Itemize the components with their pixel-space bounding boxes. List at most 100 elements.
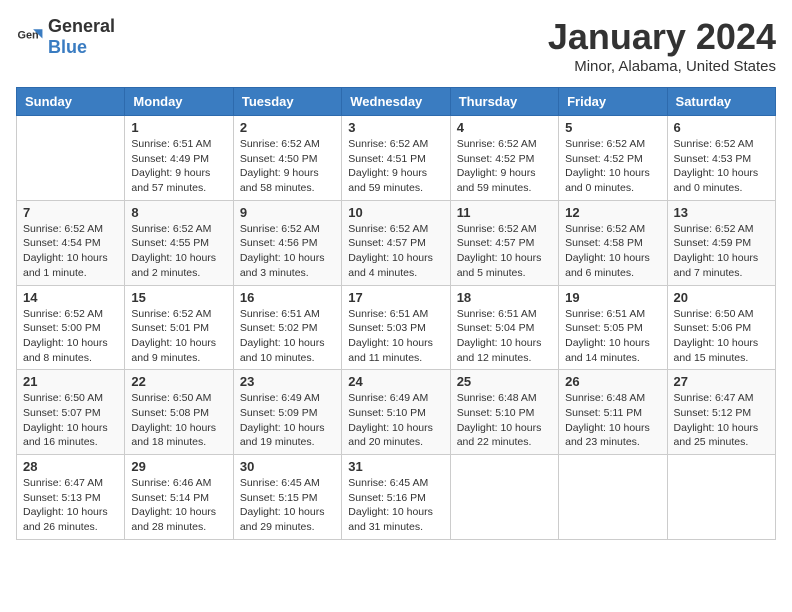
- calendar-cell: 2Sunrise: 6:52 AM Sunset: 4:50 PM Daylig…: [233, 116, 341, 201]
- day-number: 30: [240, 459, 335, 474]
- day-number: 29: [131, 459, 226, 474]
- day-number: 13: [674, 205, 769, 220]
- calendar-cell: 31 Sunrise: 6:45 AM Sunset: 5:16 PM Dayli…: [342, 455, 450, 540]
- day-number: 15: [131, 290, 226, 305]
- calendar-cell: 20Sunrise: 6:50 AM Sunset: 5:06 PM Dayli…: [667, 285, 775, 370]
- logo-text-general: General: [48, 16, 115, 36]
- day-detail: Sunrise: 6:52 AM Sunset: 4:56 PM Dayligh…: [240, 222, 335, 281]
- day-number: 7: [23, 205, 118, 220]
- week-row-2: 7 Sunrise: 6:52 AM Sunset: 4:54 PM Daylig…: [17, 200, 776, 285]
- week-row-3: 14Sunrise: 6:52 AM Sunset: 5:00 PM Dayli…: [17, 285, 776, 370]
- day-detail: Sunrise: 6:45 AM Sunset: 5:16 PM Dayligh…: [348, 476, 443, 535]
- calendar-cell: 19 Sunrise: 6:51 AM Sunset: 5:05 PM Dayli…: [559, 285, 667, 370]
- day-detail: Sunrise: 6:52 AM Sunset: 5:01 PM Dayligh…: [131, 307, 226, 366]
- day-detail: Sunrise: 6:50 AM Sunset: 5:07 PM Dayligh…: [23, 391, 118, 450]
- calendar-cell: 24Sunrise: 6:49 AM Sunset: 5:10 PM Dayli…: [342, 370, 450, 455]
- calendar-cell: 14Sunrise: 6:52 AM Sunset: 5:00 PM Dayli…: [17, 285, 125, 370]
- calendar-cell: 10Sunrise: 6:52 AM Sunset: 4:57 PM Dayli…: [342, 200, 450, 285]
- day-detail: Sunrise: 6:51 AM Sunset: 4:49 PM Dayligh…: [131, 137, 226, 196]
- day-number: 21: [23, 374, 118, 389]
- title-block: January 2024 Minor, Alabama, United Stat…: [548, 16, 776, 75]
- calendar-title: January 2024: [548, 16, 776, 58]
- weekday-header-monday: Monday: [125, 88, 233, 116]
- day-number: 2: [240, 120, 335, 135]
- day-detail: Sunrise: 6:48 AM Sunset: 5:10 PM Dayligh…: [457, 391, 552, 450]
- calendar-cell: 13 Sunrise: 6:52 AM Sunset: 4:59 PM Dayli…: [667, 200, 775, 285]
- day-number: 4: [457, 120, 552, 135]
- day-number: 8: [131, 205, 226, 220]
- day-detail: Sunrise: 6:46 AM Sunset: 5:14 PM Dayligh…: [131, 476, 226, 535]
- calendar-cell: 17 Sunrise: 6:51 AM Sunset: 5:03 PM Dayli…: [342, 285, 450, 370]
- day-number: 31: [348, 459, 443, 474]
- day-number: 28: [23, 459, 118, 474]
- day-detail: Sunrise: 6:52 AM Sunset: 4:59 PM Dayligh…: [674, 222, 769, 281]
- weekday-header-wednesday: Wednesday: [342, 88, 450, 116]
- calendar-location: Minor, Alabama, United States: [548, 58, 776, 75]
- weekday-header-tuesday: Tuesday: [233, 88, 341, 116]
- day-number: 6: [674, 120, 769, 135]
- calendar-cell: 18Sunrise: 6:51 AM Sunset: 5:04 PM Dayli…: [450, 285, 558, 370]
- calendar-cell: 30 Sunrise: 6:45 AM Sunset: 5:15 PM Dayli…: [233, 455, 341, 540]
- day-detail: Sunrise: 6:52 AM Sunset: 4:54 PM Dayligh…: [23, 222, 118, 281]
- calendar-cell: 16Sunrise: 6:51 AM Sunset: 5:02 PM Dayli…: [233, 285, 341, 370]
- day-number: 12: [565, 205, 660, 220]
- day-detail: Sunrise: 6:52 AM Sunset: 4:53 PM Dayligh…: [674, 137, 769, 196]
- calendar-cell: 1 Sunrise: 6:51 AM Sunset: 4:49 PM Daylig…: [125, 116, 233, 201]
- day-detail: Sunrise: 6:52 AM Sunset: 4:57 PM Dayligh…: [457, 222, 552, 281]
- calendar-cell: 25 Sunrise: 6:48 AM Sunset: 5:10 PM Dayli…: [450, 370, 558, 455]
- calendar-cell: 9 Sunrise: 6:52 AM Sunset: 4:56 PM Daylig…: [233, 200, 341, 285]
- week-row-5: 28 Sunrise: 6:47 AM Sunset: 5:13 PM Dayli…: [17, 455, 776, 540]
- day-detail: Sunrise: 6:51 AM Sunset: 5:03 PM Dayligh…: [348, 307, 443, 366]
- calendar-cell: 23 Sunrise: 6:49 AM Sunset: 5:09 PM Dayli…: [233, 370, 341, 455]
- day-number: 3: [348, 120, 443, 135]
- weekday-header-saturday: Saturday: [667, 88, 775, 116]
- day-detail: Sunrise: 6:52 AM Sunset: 4:57 PM Dayligh…: [348, 222, 443, 281]
- calendar-cell: 8Sunrise: 6:52 AM Sunset: 4:55 PM Daylig…: [125, 200, 233, 285]
- day-number: 11: [457, 205, 552, 220]
- day-detail: Sunrise: 6:48 AM Sunset: 5:11 PM Dayligh…: [565, 391, 660, 450]
- day-number: 22: [131, 374, 226, 389]
- day-number: 27: [674, 374, 769, 389]
- day-number: 14: [23, 290, 118, 305]
- day-detail: Sunrise: 6:49 AM Sunset: 5:09 PM Dayligh…: [240, 391, 335, 450]
- day-detail: Sunrise: 6:47 AM Sunset: 5:13 PM Dayligh…: [23, 476, 118, 535]
- day-detail: Sunrise: 6:47 AM Sunset: 5:12 PM Dayligh…: [674, 391, 769, 450]
- week-row-4: 21 Sunrise: 6:50 AM Sunset: 5:07 PM Dayli…: [17, 370, 776, 455]
- calendar-cell: [17, 116, 125, 201]
- calendar-cell: 6 Sunrise: 6:52 AM Sunset: 4:53 PM Daylig…: [667, 116, 775, 201]
- calendar-cell: 15 Sunrise: 6:52 AM Sunset: 5:01 PM Dayli…: [125, 285, 233, 370]
- day-detail: Sunrise: 6:51 AM Sunset: 5:05 PM Dayligh…: [565, 307, 660, 366]
- day-number: 9: [240, 205, 335, 220]
- calendar-cell: 4 Sunrise: 6:52 AM Sunset: 4:52 PM Daylig…: [450, 116, 558, 201]
- calendar-cell: 3Sunrise: 6:52 AM Sunset: 4:51 PM Daylig…: [342, 116, 450, 201]
- calendar-cell: 27 Sunrise: 6:47 AM Sunset: 5:12 PM Dayli…: [667, 370, 775, 455]
- calendar-cell: 7 Sunrise: 6:52 AM Sunset: 4:54 PM Daylig…: [17, 200, 125, 285]
- calendar-cell: 11 Sunrise: 6:52 AM Sunset: 4:57 PM Dayli…: [450, 200, 558, 285]
- calendar-cell: 26 Sunrise: 6:48 AM Sunset: 5:11 PM Dayli…: [559, 370, 667, 455]
- calendar-table: SundayMondayTuesdayWednesdayThursdayFrid…: [16, 87, 776, 540]
- day-number: 26: [565, 374, 660, 389]
- page-header: Gen General Blue January 2024 Minor, Ala…: [16, 16, 776, 75]
- weekday-header-thursday: Thursday: [450, 88, 558, 116]
- day-detail: Sunrise: 6:45 AM Sunset: 5:15 PM Dayligh…: [240, 476, 335, 535]
- day-detail: Sunrise: 6:52 AM Sunset: 4:52 PM Dayligh…: [457, 137, 552, 196]
- calendar-cell: 12 Sunrise: 6:52 AM Sunset: 4:58 PM Dayli…: [559, 200, 667, 285]
- weekday-header-sunday: Sunday: [17, 88, 125, 116]
- day-number: 16: [240, 290, 335, 305]
- day-detail: Sunrise: 6:50 AM Sunset: 5:08 PM Dayligh…: [131, 391, 226, 450]
- week-row-1: 1 Sunrise: 6:51 AM Sunset: 4:49 PM Daylig…: [17, 116, 776, 201]
- calendar-cell: [450, 455, 558, 540]
- day-detail: Sunrise: 6:49 AM Sunset: 5:10 PM Dayligh…: [348, 391, 443, 450]
- day-number: 20: [674, 290, 769, 305]
- day-number: 19: [565, 290, 660, 305]
- day-number: 17: [348, 290, 443, 305]
- calendar-cell: 5Sunrise: 6:52 AM Sunset: 4:52 PM Daylig…: [559, 116, 667, 201]
- weekday-header-friday: Friday: [559, 88, 667, 116]
- calendar-cell: 22 Sunrise: 6:50 AM Sunset: 5:08 PM Dayli…: [125, 370, 233, 455]
- logo: Gen General Blue: [16, 16, 115, 58]
- day-number: 5: [565, 120, 660, 135]
- day-number: 23: [240, 374, 335, 389]
- day-number: 25: [457, 374, 552, 389]
- day-detail: Sunrise: 6:52 AM Sunset: 4:58 PM Dayligh…: [565, 222, 660, 281]
- day-number: 1: [131, 120, 226, 135]
